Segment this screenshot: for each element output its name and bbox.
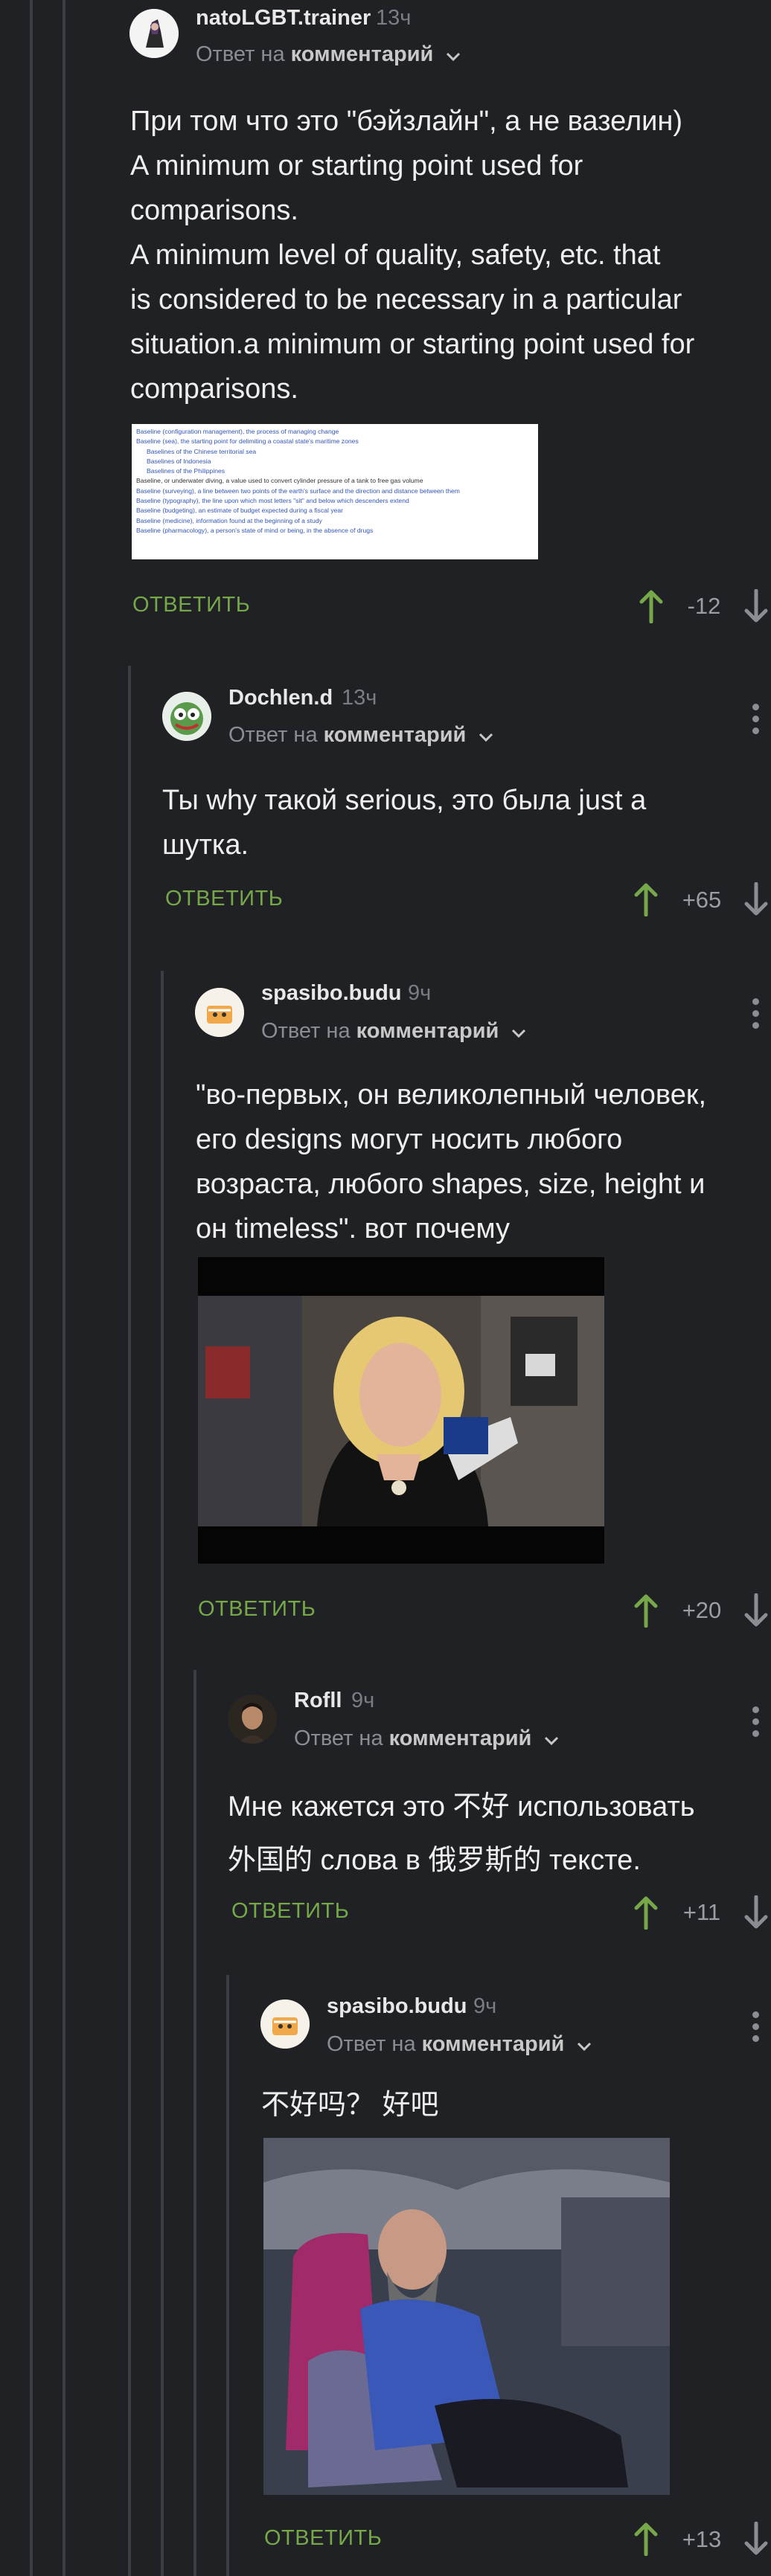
more-options-icon[interactable]	[752, 1706, 761, 1742]
comment: Dochlen.d 13ч Ответ на комментарий Ты wh…	[0, 669, 771, 937]
wiki-line: Baseline (typography), the line upon whi…	[136, 497, 409, 505]
upvote-arrow-icon[interactable]	[633, 2522, 659, 2557]
comment-author[interactable]: Dochlen.d	[228, 686, 333, 710]
reply-button[interactable]: ОТВЕТИТЬ	[231, 1899, 349, 1924]
reply-prefix: Ответ на	[294, 1727, 383, 1750]
reply-button[interactable]: ОТВЕТИТЬ	[264, 2526, 382, 2551]
text-line: comparisons.	[130, 373, 298, 405]
comment-author[interactable]: spasibo.budu	[327, 1994, 467, 2019]
upvote-arrow-icon[interactable]	[638, 589, 665, 624]
reply-prefix: Ответ на	[327, 2032, 416, 2056]
reply-to-link[interactable]: Ответ на комментарий	[294, 1727, 560, 1752]
more-options-icon[interactable]	[752, 2011, 761, 2047]
text-line: При том что это "бэйзлайн", а не вазелин…	[130, 106, 683, 137]
reply-to-link[interactable]: Ответ на комментарий	[261, 1019, 527, 1044]
text-line: is considered to be necessary in a parti…	[130, 284, 682, 315]
wiki-line: Baseline (pharmacology), a person's stat…	[136, 526, 374, 534]
upvote-arrow-icon[interactable]	[633, 1593, 659, 1628]
text-line: "во-первых, он великолепный человек,	[196, 1079, 707, 1111]
text-line: он timeless". вот почему	[196, 1213, 511, 1244]
reply-button[interactable]: ОТВЕТИТЬ	[198, 1597, 316, 1622]
reply-target: комментарий	[323, 723, 467, 747]
chevron-down-icon	[543, 1727, 560, 1752]
comment: spasibo.budu 9ч Ответ на комментарий 不好吗…	[0, 1979, 771, 2576]
avatar[interactable]	[260, 2000, 310, 2049]
text-line: возраста, любого shapes, size, height и	[196, 1169, 706, 1200]
comment-score: -12	[687, 593, 721, 619]
reply-prefix: Ответ на	[196, 42, 285, 66]
comment-time: 9ч	[408, 981, 432, 1005]
comment-score: +11	[682, 1899, 721, 1925]
photo-image[interactable]	[263, 2138, 670, 2495]
reply-target: комментарий	[356, 1019, 499, 1043]
more-options-icon[interactable]	[752, 998, 761, 1034]
comment-time: 9ч	[473, 1994, 497, 2018]
reply-target: комментарий	[388, 1727, 532, 1750]
avatar[interactable]	[228, 1695, 277, 1744]
comment-time: 13ч	[342, 686, 377, 710]
text-line: 不好吗？ 好吧	[261, 2090, 439, 2121]
comment-author[interactable]: Rofll	[294, 1689, 342, 1713]
reply-target: комментарий	[290, 42, 434, 66]
comment-score: +65	[682, 887, 722, 913]
reply-to-link[interactable]: Ответ на комментарий	[228, 723, 494, 748]
comment: spasibo.budu 9ч Ответ на комментарий "во…	[0, 967, 771, 1651]
avatar[interactable]	[195, 988, 244, 1037]
reply-button[interactable]: ОТВЕТИТЬ	[132, 593, 250, 617]
reply-prefix: Ответ на	[261, 1019, 351, 1043]
comment: natoLGBT.trainer 13ч Ответ на комментари…	[0, 0, 771, 647]
avatar[interactable]	[162, 692, 211, 741]
chevron-down-icon	[478, 724, 494, 748]
comment-time: 9ч	[351, 1689, 375, 1712]
wiki-screenshot[interactable]: Baseline (configuration management), the…	[132, 424, 538, 559]
downvote-arrow-icon[interactable]	[743, 881, 770, 916]
upvote-arrow-icon[interactable]	[633, 1895, 659, 1930]
text-line: Мне кажется это 不好 использовать	[228, 1791, 695, 1822]
comment-author[interactable]: natoLGBT.trainer	[196, 6, 371, 30]
chevron-down-icon	[511, 1020, 527, 1044]
text-line: его designs могут носить любого	[196, 1124, 623, 1155]
comment-author[interactable]: spasibo.budu	[261, 981, 402, 1006]
wiki-line: Baselines of the Philippines	[147, 467, 225, 475]
comment-body: Ты why такой serious, это была just a шу…	[162, 778, 758, 867]
upvote-arrow-icon[interactable]	[633, 882, 659, 917]
wiki-line: Baseline (budgeting), an estimate of bud…	[136, 507, 344, 515]
downvote-arrow-icon[interactable]	[743, 1593, 770, 1628]
comment-time: 13ч	[376, 6, 412, 30]
text-line: comparisons.	[130, 195, 298, 226]
video-frame-image[interactable]	[198, 1257, 604, 1564]
comment-body: "во-первых, он великолепный человек, его…	[196, 1073, 769, 1251]
comment-body: При том что это "бэйзлайн", а не вазелин…	[130, 99, 763, 411]
comment-score: +20	[682, 1597, 722, 1623]
reply-button[interactable]: ОТВЕТИТЬ	[165, 887, 283, 911]
comment-body: Мне кажется это 不好 использовать 外国的 слов…	[228, 1780, 764, 1887]
reply-target: комментарий	[421, 2032, 565, 2056]
chevron-down-icon	[576, 2033, 592, 2058]
text-line: шутка.	[162, 829, 249, 861]
downvote-arrow-icon[interactable]	[743, 588, 770, 623]
comment-body: 不好吗？ 好吧	[261, 2083, 752, 2127]
wiki-line: Baseline (configuration management), the…	[136, 428, 339, 435]
downvote-arrow-icon[interactable]	[743, 2521, 770, 2556]
text-line: Ты why такой serious, это была just a	[162, 785, 647, 816]
reply-prefix: Ответ на	[228, 723, 318, 747]
wiki-line: Baseline, or underwater diving, a value …	[136, 477, 423, 485]
more-options-icon[interactable]	[752, 704, 761, 739]
reply-to-link[interactable]: Ответ на комментарий	[196, 42, 461, 68]
comment: Rofll 9ч Ответ на комментарий Мне кажетс…	[0, 1674, 771, 1956]
text-line: A minimum level of quality, safety, etc.…	[130, 240, 661, 271]
wiki-line: Baseline (medicine), information found a…	[136, 516, 322, 524]
reply-to-link[interactable]: Ответ на комментарий	[327, 2032, 592, 2058]
avatar[interactable]	[129, 9, 179, 58]
wiki-line: Baselines of the Chinese territorial sea	[147, 447, 257, 455]
text-line: situation.a minimum or starting point us…	[130, 329, 695, 360]
comment-score: +13	[682, 2526, 722, 2552]
downvote-arrow-icon[interactable]	[743, 1895, 770, 1930]
wiki-line: Baseline (surveying), a line between two…	[136, 486, 460, 495]
text-line: 外国的 слова в 俄罗斯的 тексте.	[228, 1845, 641, 1876]
wiki-line: Baselines of Indonesia	[147, 457, 211, 465]
chevron-down-icon	[445, 43, 461, 68]
text-line: A minimum or starting point used for	[130, 150, 583, 182]
wiki-line: Baseline (sea), the starting point for d…	[136, 437, 359, 446]
